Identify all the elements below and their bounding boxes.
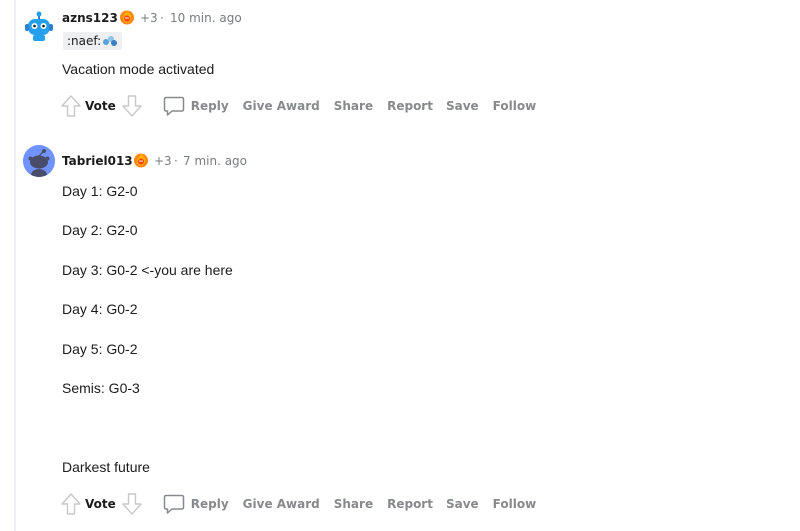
timestamp[interactable]: 10 min. ago bbox=[170, 11, 242, 25]
upvote-arrow-icon[interactable] bbox=[60, 94, 82, 118]
speech-bubble-icon bbox=[163, 493, 185, 515]
report-button[interactable]: Report bbox=[387, 497, 433, 511]
comment-line: Day 5: G0-2 bbox=[62, 341, 138, 357]
avatar[interactable] bbox=[23, 11, 55, 43]
comment-actions: Vote Reply Give Award Share Report Save … bbox=[60, 94, 536, 118]
report-button[interactable]: Report bbox=[387, 99, 433, 113]
username[interactable]: azns123 bbox=[62, 11, 118, 25]
share-button[interactable]: Share bbox=[334, 497, 373, 511]
separator: · bbox=[160, 11, 164, 25]
comment-text: Vacation mode activated bbox=[62, 61, 215, 77]
downvote-arrow-icon[interactable] bbox=[121, 94, 143, 118]
separator: · bbox=[174, 154, 178, 168]
reply-button[interactable]: Reply bbox=[163, 95, 229, 117]
save-button[interactable]: Save bbox=[446, 99, 479, 113]
comment-line: Day 2: G2-0 bbox=[62, 222, 138, 238]
reply-button[interactable]: Reply bbox=[163, 493, 229, 515]
karma-count: +3 bbox=[140, 11, 158, 25]
speech-bubble-icon bbox=[163, 95, 185, 117]
flair-text: :naef: bbox=[67, 34, 102, 48]
comment-line: Day 1: G2-0 bbox=[62, 183, 138, 199]
comment-line: Darkest future bbox=[62, 459, 150, 475]
comment-line: Day 3: G0-2 <-you are here bbox=[62, 262, 233, 278]
follow-button[interactable]: Follow bbox=[493, 497, 537, 511]
give-award-button[interactable]: Give Award bbox=[243, 497, 320, 511]
share-button[interactable]: Share bbox=[334, 99, 373, 113]
comment-line: Day 4: G0-2 bbox=[62, 301, 138, 317]
user-flair: :naef: bbox=[63, 32, 123, 50]
karma-count: +3 bbox=[154, 154, 172, 168]
thread-line[interactable] bbox=[14, 0, 16, 531]
upvote-arrow-icon[interactable] bbox=[60, 492, 82, 516]
reply-label: Reply bbox=[190, 99, 229, 113]
award-flame-icon bbox=[133, 152, 149, 168]
award-flame-icon bbox=[119, 9, 135, 25]
avatar[interactable] bbox=[23, 145, 55, 177]
timestamp[interactable]: 7 min. ago bbox=[183, 154, 247, 168]
save-button[interactable]: Save bbox=[446, 497, 479, 511]
downvote-arrow-icon[interactable] bbox=[121, 492, 143, 516]
reply-label: Reply bbox=[190, 497, 229, 511]
username[interactable]: Tabriel013 bbox=[62, 154, 133, 168]
comment-line: Semis: G0-3 bbox=[62, 380, 140, 396]
bubbles-icon bbox=[102, 35, 118, 47]
vote-count: Vote bbox=[85, 497, 116, 511]
comment-actions: Vote Reply Give Award Share Report Save … bbox=[60, 492, 536, 516]
follow-button[interactable]: Follow bbox=[493, 99, 537, 113]
vote-count: Vote bbox=[85, 99, 116, 113]
give-award-button[interactable]: Give Award bbox=[243, 99, 320, 113]
